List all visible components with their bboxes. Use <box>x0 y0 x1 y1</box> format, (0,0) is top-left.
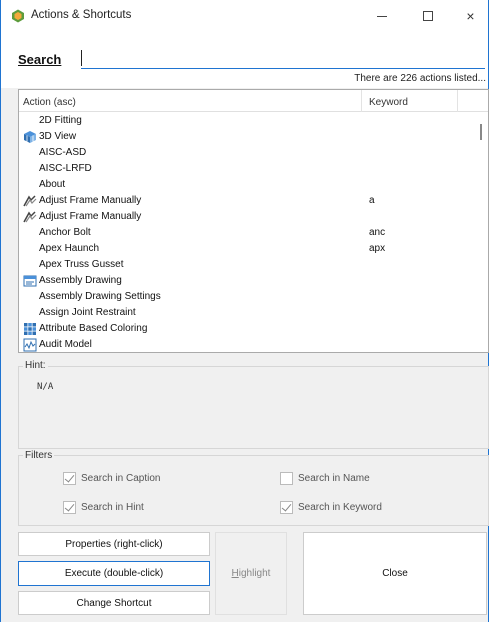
list-item-label: Adjust Frame Manually <box>39 211 142 222</box>
list-item-label: 3D View <box>39 131 77 142</box>
list-item[interactable]: Assembly Drawing <box>19 273 474 289</box>
checkbox-box[interactable] <box>63 472 76 485</box>
list-item-keyword: anc <box>369 227 386 238</box>
execute-button[interactable]: Execute (double-click) <box>18 561 210 586</box>
audit-model-icon <box>23 338 37 352</box>
title-bar[interactable]: Actions & Shortcuts × <box>1 0 488 32</box>
search-in-name-label: Search in Name <box>298 473 370 484</box>
close-button[interactable]: Close <box>303 532 487 615</box>
search-label-text: Search <box>18 52 62 67</box>
filters-group <box>18 455 489 526</box>
count-row: There are 226 actions listed... <box>1 72 488 88</box>
list-item-label: AISC-ASD <box>39 147 87 158</box>
search-in-keyword-checkbox[interactable]: Search in Keyword <box>280 501 382 514</box>
list-item-keyword: apx <box>369 243 386 254</box>
list-item-label: About <box>39 179 66 190</box>
list-rows: 2D Fitting 3D View AISC-ASD AISC-LRFD About A… <box>19 113 474 352</box>
column-header-action[interactable]: Action (asc) <box>23 97 76 108</box>
list-item-label: Assembly Drawing <box>39 275 122 286</box>
list-item[interactable]: Adjust Frame Manually a <box>19 193 474 209</box>
column-divider[interactable] <box>361 90 362 112</box>
list-item-label: Attribute Based Coloring <box>39 323 148 334</box>
hint-value: N/A <box>37 382 54 392</box>
search-in-keyword-label: Search in Keyword <box>298 502 382 513</box>
list-header: Action (asc) Keyword <box>19 90 488 112</box>
list-item-label: Assembly Drawing Settings <box>39 291 161 302</box>
search-in-name-checkbox[interactable]: Search in Name <box>280 472 370 485</box>
list-item[interactable]: 3D View <box>19 129 474 145</box>
assembly-drawing-icon <box>23 274 37 288</box>
text-caret <box>81 50 82 66</box>
minimize-button[interactable] <box>359 0 404 32</box>
list-item[interactable]: 2D Fitting <box>19 113 474 129</box>
actions-list[interactable]: Action (asc) Keyword 2D Fitting 3D View AI… <box>18 89 489 353</box>
list-item[interactable]: Attribute Based Coloring <box>19 321 474 337</box>
hint-label: Hint: <box>23 360 48 371</box>
window-title: Actions & Shortcuts <box>31 9 132 21</box>
adjust-frame-icon <box>23 194 37 208</box>
maximize-icon <box>422 11 433 21</box>
filters-label: Filters <box>23 450 55 461</box>
column-header-keyword[interactable]: Keyword <box>369 97 408 108</box>
list-item[interactable]: Anchor Bolt anc <box>19 225 474 241</box>
search-label: Search <box>18 52 61 67</box>
close-window-button[interactable]: × <box>448 0 489 32</box>
scrollbar-thumb[interactable] <box>480 124 482 140</box>
close-icon: × <box>466 8 475 24</box>
list-item-label: Adjust Frame Manually <box>39 195 142 206</box>
minimize-icon <box>376 15 387 17</box>
list-item-label: AISC-LRFD <box>39 163 92 174</box>
list-item[interactable]: AISC-LRFD <box>19 161 474 177</box>
list-item-keyword: a <box>369 195 375 206</box>
list-item[interactable]: About <box>19 177 474 193</box>
adjust-frame-icon <box>23 210 37 224</box>
list-item[interactable]: Apex Truss Gusset <box>19 257 474 273</box>
list-item[interactable]: Assembly Drawing Settings <box>19 289 474 305</box>
actions-count-text: There are 226 actions listed... <box>354 73 486 84</box>
list-item-label: Assign Joint Restraint <box>39 307 136 318</box>
list-item-label: 2D Fitting <box>39 115 82 126</box>
list-item-label: Anchor Bolt <box>39 227 91 238</box>
column-divider[interactable] <box>457 90 458 112</box>
search-in-caption-label: Search in Caption <box>81 473 161 484</box>
highlight-label: ighlight <box>238 568 271 579</box>
maximize-button[interactable] <box>405 0 450 32</box>
list-item[interactable]: AISC-ASD <box>19 145 474 161</box>
actions-shortcuts-window: Actions & Shortcuts × Search There are 2… <box>0 0 489 622</box>
search-in-hint-label: Search in Hint <box>81 502 144 513</box>
hexagon-app-icon <box>12 9 24 23</box>
list-item[interactable]: Apex Haunch apx <box>19 241 474 257</box>
list-item[interactable]: Assign Joint Restraint <box>19 305 474 321</box>
change-shortcut-button[interactable]: Change Shortcut <box>18 591 210 615</box>
highlight-button[interactable]: Highlight <box>215 532 287 615</box>
checkbox-box[interactable] <box>280 472 293 485</box>
list-item-label: Apex Truss Gusset <box>39 259 124 270</box>
checkbox-box[interactable] <box>280 501 293 514</box>
search-in-caption-checkbox[interactable]: Search in Caption <box>63 472 161 485</box>
properties-button[interactable]: Properties (right-click) <box>18 532 210 556</box>
search-in-hint-checkbox[interactable]: Search in Hint <box>63 501 144 514</box>
vertical-scrollbar[interactable] <box>474 112 488 352</box>
highlight-accel-key: H <box>231 568 239 579</box>
list-item-label: Apex Haunch <box>39 243 100 254</box>
3d-view-icon <box>23 130 37 144</box>
search-row: Search <box>1 32 488 72</box>
checkbox-box[interactable] <box>63 501 76 514</box>
hint-group <box>18 366 489 449</box>
attribute-coloring-icon <box>23 322 37 336</box>
list-item[interactable]: Audit Model <box>19 337 474 352</box>
search-input[interactable] <box>81 49 485 69</box>
list-item-label: Audit Model <box>39 339 92 350</box>
list-item[interactable]: Adjust Frame Manually <box>19 209 474 225</box>
